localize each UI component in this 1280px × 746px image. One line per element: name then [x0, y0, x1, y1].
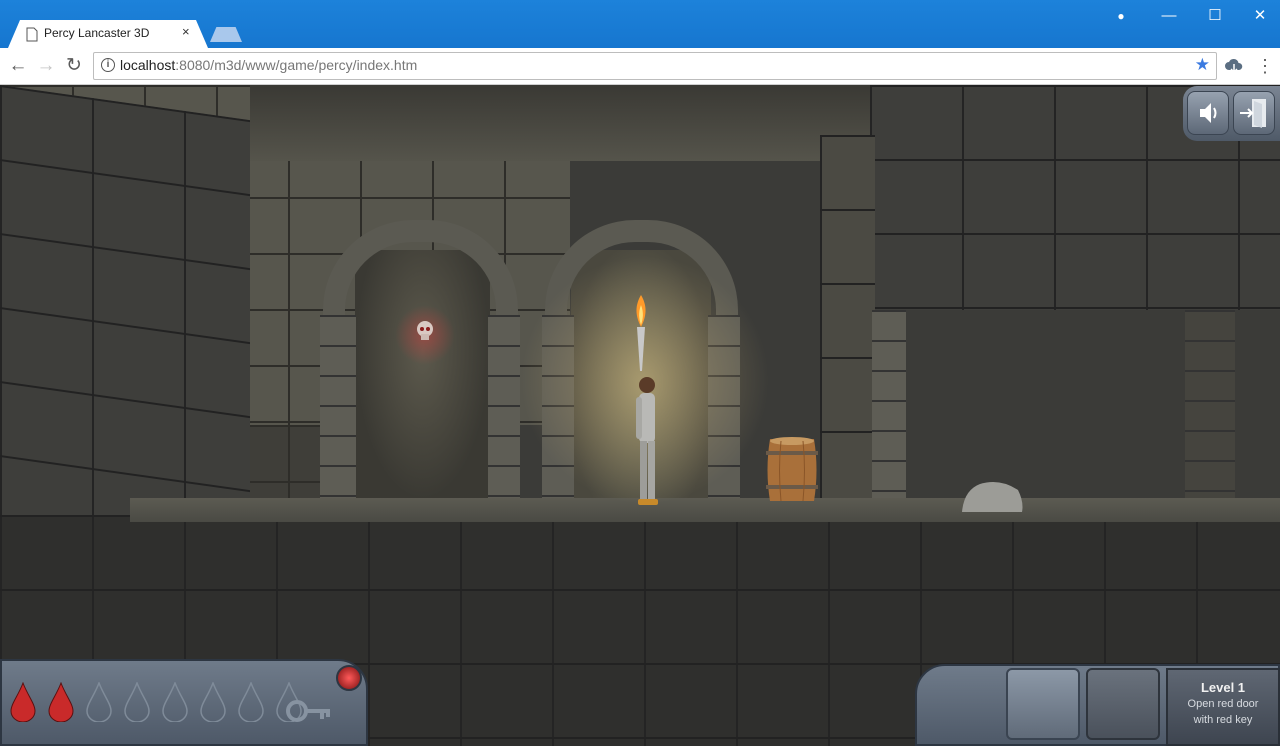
account-icon[interactable]: ● [1107, 6, 1135, 26]
inventory-slot-2[interactable] [1086, 668, 1160, 740]
health-drop-empty-icon [238, 682, 264, 722]
extension-cloud-icon[interactable] [1224, 56, 1244, 76]
level-title: Level 1 [1200, 680, 1246, 695]
minimize-button[interactable]: — [1155, 6, 1183, 26]
browser-toolbar: ← → ↻ i localhost:8080/m3d/www/game/perc… [0, 48, 1280, 85]
bookmark-star-icon[interactable]: ★ [1195, 55, 1210, 75]
torch [636, 295, 646, 371]
new-tab-button[interactable] [210, 27, 242, 42]
inventory-slot-1[interactable] [1006, 668, 1080, 740]
url-text[interactable]: localhost:8080/m3d/www/game/percy/index.… [120, 57, 417, 73]
right-pillar-wall [820, 135, 875, 505]
left-wall [0, 85, 250, 561]
maximize-button[interactable]: ☐ [1201, 6, 1229, 26]
level-objective-box: Level 1 Open red door with red key [1166, 668, 1280, 746]
health-drop-full-icon [48, 682, 74, 722]
tab-title: Percy Lancaster 3D [44, 26, 150, 40]
exit-game-button[interactable] [1233, 91, 1275, 135]
browser-titlebar: Percy Lancaster 3D × ● — ☐ ✕ [0, 0, 1280, 48]
objective-line-1: Open red door [1187, 698, 1259, 710]
health-drop-empty-icon [162, 682, 188, 722]
address-bar[interactable]: i localhost:8080/m3d/www/game/percy/inde… [93, 52, 1217, 80]
info-icon[interactable]: i [101, 58, 115, 72]
health-drop-full-icon [10, 682, 36, 722]
ceiling [250, 85, 870, 161]
url-host: localhost [120, 57, 176, 73]
health-drop-empty-icon [124, 682, 150, 722]
reload-button[interactable]: ↻ [62, 54, 86, 78]
floating-skull-enemy [417, 321, 433, 340]
back-button[interactable]: ← [6, 54, 30, 78]
boulder [962, 482, 1023, 512]
game-canvas[interactable]: Level 1 Open red door with red key [0, 85, 1280, 746]
tab-close-icon[interactable]: × [182, 24, 190, 39]
close-window-button[interactable]: ✕ [1246, 6, 1274, 26]
speaker-icon [1200, 103, 1217, 123]
key-slot-icon [286, 700, 330, 722]
left-arch-pillar-b [488, 315, 520, 500]
health-drop-empty-icon [200, 682, 226, 722]
health-drop-empty-icon [86, 682, 112, 722]
wooden-barrel [766, 437, 818, 502]
percy-player-character [636, 377, 658, 505]
stone-floor-ledge [130, 498, 1280, 522]
url-path: :8080/m3d/www/game/percy/index.htm [175, 57, 418, 73]
hud-buttons-panel [1183, 86, 1280, 141]
red-gem-indicator [336, 665, 362, 691]
page-icon [26, 27, 38, 42]
browser-menu-icon[interactable]: ⋮ [1253, 54, 1277, 78]
corridor-far-pillar [1185, 310, 1235, 520]
exit-door-icon [1240, 99, 1266, 128]
corridor-pillar [872, 310, 906, 520]
left-arch-pillar-a [320, 315, 356, 500]
sound-toggle-button[interactable] [1187, 91, 1229, 135]
objective-line-2: with red key [1193, 714, 1253, 726]
forward-button[interactable]: → [34, 54, 58, 78]
